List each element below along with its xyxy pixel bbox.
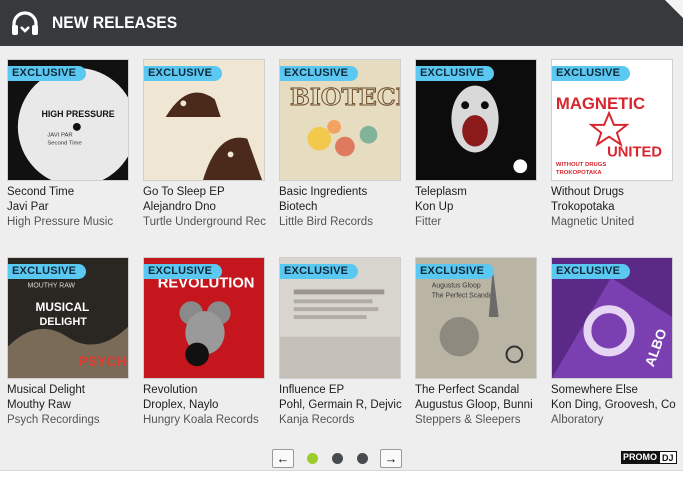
cover-text: Second Time	[47, 141, 82, 147]
cover-text: The Perfect Scandal	[432, 292, 495, 299]
promodj-logo[interactable]: PROMO DJ	[621, 451, 677, 464]
section-header: NEW RELEASES	[0, 0, 683, 46]
release-title[interactable]: Teleplasm	[415, 185, 543, 200]
exclusive-badge: EXCLUSIVE	[552, 264, 631, 279]
exclusive-badge: EXCLUSIVE	[552, 66, 631, 81]
release-label[interactable]: Fitter	[415, 215, 543, 230]
cover-text: HIGH PRESSURE	[41, 109, 114, 119]
cover-text: DELIGHT	[39, 316, 87, 328]
release-title[interactable]: Second Time	[7, 185, 135, 200]
cover-text: MAGNETIC	[556, 94, 645, 113]
cover-text: PSYCH	[79, 354, 126, 369]
cover-text: JAVI PAR	[47, 133, 72, 139]
page-dot-3[interactable]	[357, 453, 368, 464]
release-artist[interactable]: Pohl, Germain R, Dejvic	[279, 398, 407, 413]
release-artist[interactable]: Trokopotaka	[551, 200, 679, 215]
cover-text: WITHOUT DRUGS	[556, 162, 606, 168]
exclusive-badge: EXCLUSIVE	[144, 66, 223, 81]
release-title[interactable]: Somewhere Else	[551, 383, 679, 398]
release-label[interactable]: Steppers & Sleepers	[415, 413, 543, 428]
exclusive-badge: EXCLUSIVE	[416, 66, 495, 81]
release-title[interactable]: Influence EP	[279, 383, 407, 398]
release-label[interactable]: Turtle Underground Rec	[143, 215, 271, 230]
release-artist[interactable]: Augustus Gloop, Bunni	[415, 398, 543, 413]
section-title: NEW RELEASES	[52, 13, 178, 32]
release-artist[interactable]: Kon Up	[415, 200, 543, 215]
exclusive-badge: EXCLUSIVE	[416, 264, 495, 279]
release-artist[interactable]: Biotech	[279, 200, 407, 215]
headphones-icon	[12, 11, 38, 35]
exclusive-badge: EXCLUSIVE	[8, 66, 87, 81]
next-page-button[interactable]: →	[380, 449, 402, 468]
cover-text: Augustus Gloop	[432, 283, 481, 290]
release-title[interactable]: Musical Delight	[7, 383, 135, 398]
release-label[interactable]: Magnetic United	[551, 215, 679, 230]
logo-text: DJ	[659, 451, 677, 464]
release-artist[interactable]: Mouthy Raw	[7, 398, 135, 413]
exclusive-badge: EXCLUSIVE	[280, 264, 359, 279]
header-corner	[665, 0, 683, 18]
release-title[interactable]: Revolution	[143, 383, 271, 398]
release-title[interactable]: Without Drugs	[551, 185, 679, 200]
release-label[interactable]: Hungry Koala Records	[143, 413, 271, 428]
release-label[interactable]: Psych Recordings	[7, 413, 135, 428]
exclusive-badge: EXCLUSIVE	[8, 264, 87, 279]
release-label[interactable]: Little Bird Records	[279, 215, 407, 230]
release-title[interactable]: Basic Ingredients	[279, 185, 407, 200]
page-dot-1[interactable]	[307, 453, 318, 464]
release-artist[interactable]: Droplex, Naylo	[143, 398, 271, 413]
release-label[interactable]: Alboratory	[551, 413, 679, 428]
release-artist[interactable]: Alejandro Dno	[143, 200, 271, 215]
exclusive-badge: EXCLUSIVE	[144, 264, 223, 279]
cover-text: BIOTECH	[290, 83, 400, 111]
release-artist[interactable]: Kon Ding, Groovesh, Co	[551, 398, 679, 413]
release-label[interactable]: Kanja Records	[279, 413, 407, 428]
prev-page-button[interactable]: ←	[272, 449, 294, 468]
releases-panel: HIGH PRESSURE JAVI PAR Second Time EXCLU…	[0, 46, 683, 471]
cover-text: TROKOPOTAKA	[556, 170, 602, 176]
logo-text: PROMO	[621, 451, 660, 464]
cover-text: MUSICAL	[36, 300, 90, 314]
release-title[interactable]: The Perfect Scandal	[415, 383, 543, 398]
release-label[interactable]: High Pressure Music	[7, 215, 135, 230]
exclusive-badge: EXCLUSIVE	[280, 66, 359, 81]
cover-text: UNITED	[607, 144, 662, 160]
release-title[interactable]: Go To Sleep EP	[143, 185, 271, 200]
cover-text: MOUTHY RAW	[28, 283, 76, 290]
page-dot-2[interactable]	[332, 453, 343, 464]
release-artist[interactable]: Javi Par	[7, 200, 135, 215]
